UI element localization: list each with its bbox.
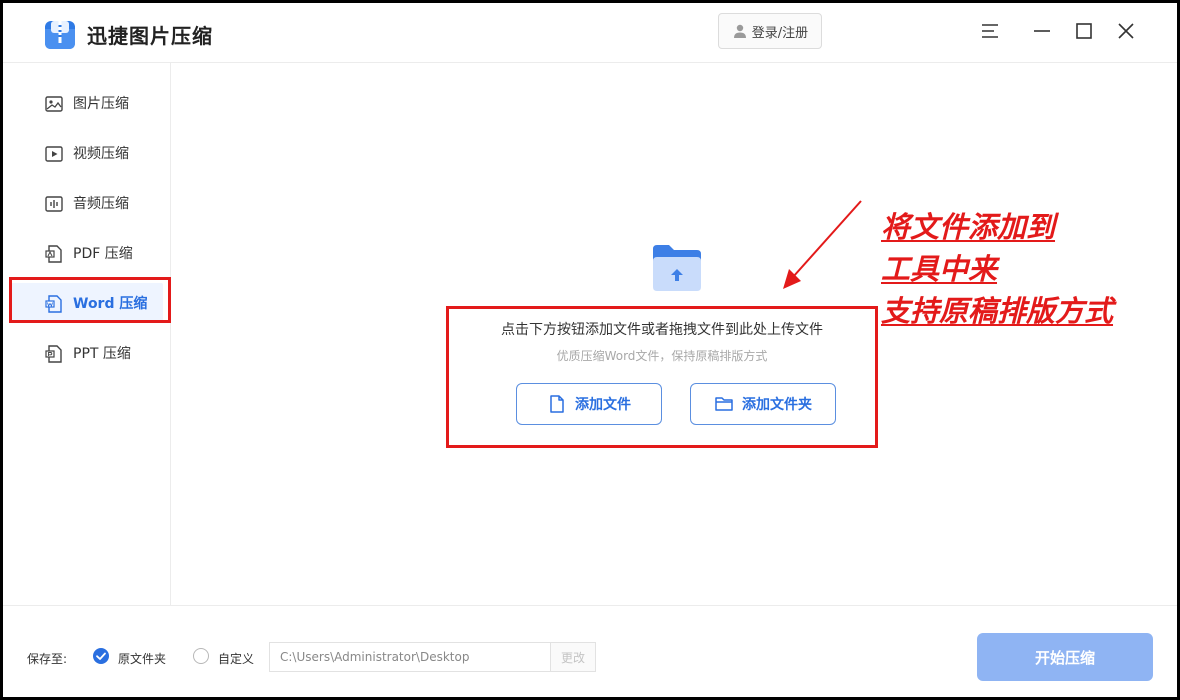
sidebar-item-image-compress[interactable]: 图片压缩 [11, 83, 163, 123]
login-register-label: 登录/注册 [751, 25, 809, 41]
start-compress-button[interactable]: 开始压缩 [977, 633, 1153, 681]
audio-icon [45, 196, 63, 212]
menu-icon [982, 24, 998, 38]
radio-custom-folder[interactable] [193, 648, 209, 664]
image-icon [45, 96, 63, 112]
minimize-button[interactable] [1030, 19, 1054, 43]
sidebar-item-ppt-compress[interactable]: PPT 压缩 [11, 333, 163, 373]
pdf-icon [45, 245, 62, 263]
menu-button[interactable] [978, 19, 1002, 43]
check-icon [96, 652, 106, 660]
folder-icon [715, 397, 733, 411]
login-register-button[interactable]: 登录/注册 [718, 13, 822, 49]
add-folder-label: 添加文件夹 [742, 397, 812, 413]
file-icon [550, 395, 564, 413]
annotation-arrow-icon [783, 200, 862, 289]
sidebar-item-label: 视频压缩 [73, 146, 129, 162]
sidebar-item-video-compress[interactable]: 视频压缩 [11, 133, 163, 173]
app-window: 迅捷图片压缩 登录/注册 图片压缩 视频压缩 音频压缩 PDF 压缩 Word … [3, 3, 1177, 697]
minimize-icon [1034, 30, 1050, 32]
change-path-button[interactable]: 更改 [550, 642, 596, 672]
drop-zone-instruction: 点击下方按钮添加文件或者拖拽文件到此处上传文件 [501, 322, 823, 338]
radio-custom-folder-label: 自定义 [218, 652, 255, 666]
add-file-label: 添加文件 [575, 397, 631, 413]
sidebar-item-label: 图片压缩 [73, 96, 129, 112]
sidebar-item-label: PDF 压缩 [73, 246, 133, 262]
sidebar-item-audio-compress[interactable]: 音频压缩 [11, 183, 163, 223]
upload-folder-icon [653, 245, 701, 291]
ppt-icon [45, 345, 62, 363]
maximize-button[interactable] [1072, 19, 1096, 43]
drop-zone-subtitle: 优质压缩Word文件，保持原稿排版方式 [556, 349, 768, 363]
app-title: 迅捷图片压缩 [87, 24, 213, 48]
sidebar-item-pdf-compress[interactable]: PDF 压缩 [11, 233, 163, 273]
save-to-label: 保存至: [27, 652, 68, 666]
word-icon [45, 295, 62, 313]
add-folder-button[interactable]: 添加文件夹 [690, 383, 836, 425]
add-file-button[interactable]: 添加文件 [516, 383, 662, 425]
close-icon [1118, 23, 1134, 39]
sidebar-item-label: PPT 压缩 [73, 346, 131, 362]
output-path-input[interactable] [269, 642, 551, 672]
user-icon [733, 24, 746, 38]
sidebar-item-label: 音频压缩 [73, 196, 129, 212]
annotation-line-3: 支持原稿排版方式 [881, 294, 1114, 328]
close-button[interactable] [1114, 19, 1138, 43]
sidebar: 图片压缩 视频压缩 音频压缩 PDF 压缩 Word 压缩 PPT 压缩 [3, 63, 171, 605]
app-logo-icon [45, 19, 75, 49]
video-icon [45, 146, 63, 162]
sidebar-item-word-compress[interactable]: Word 压缩 [11, 283, 163, 323]
footer-bar: 保存至: 原文件夹 自定义 更改 开始压缩 [3, 605, 1177, 697]
sidebar-item-label: Word 压缩 [73, 296, 148, 312]
annotation-line-1: 将文件添加到 [881, 210, 1056, 244]
radio-original-folder-label: 原文件夹 [118, 652, 167, 666]
maximize-icon [1076, 23, 1092, 39]
annotation-line-2: 工具中来 [881, 252, 998, 286]
title-bar: 迅捷图片压缩 登录/注册 [3, 3, 1177, 63]
radio-original-folder[interactable] [93, 648, 109, 664]
